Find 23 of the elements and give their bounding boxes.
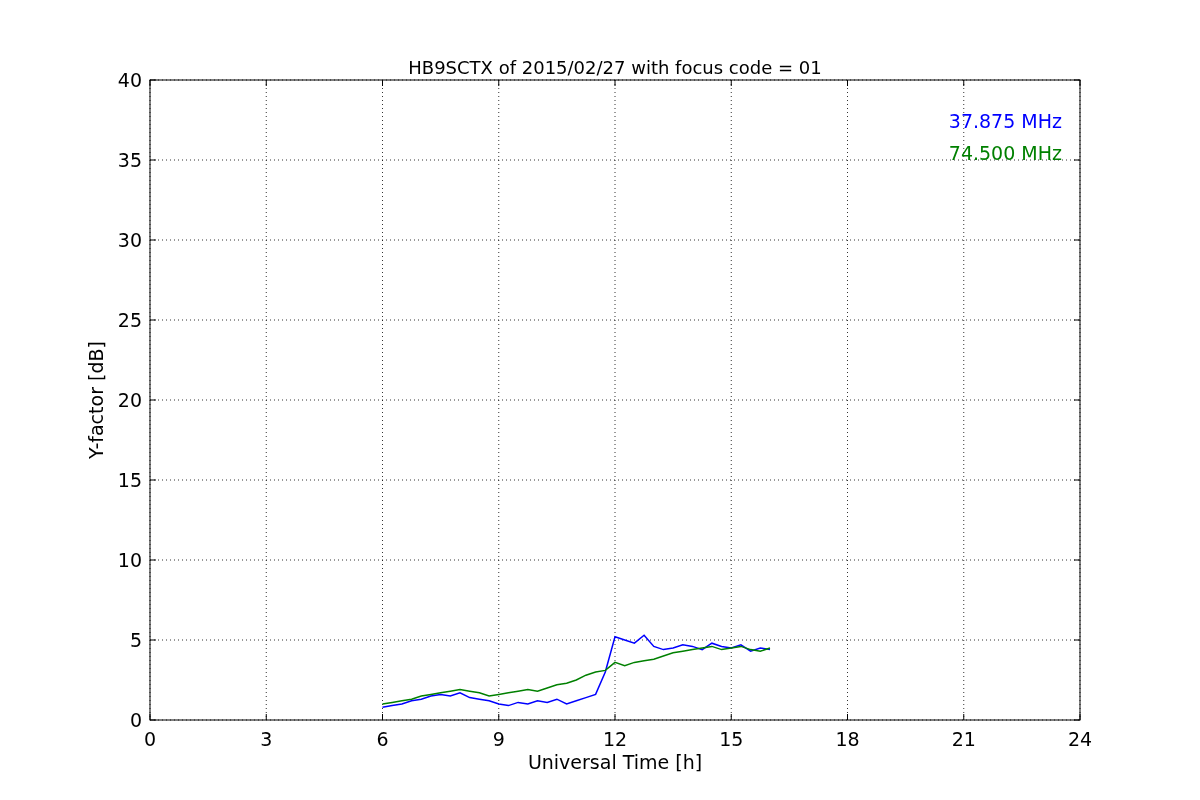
tick-label: 3 <box>260 728 273 750</box>
tick-label: 9 <box>492 728 505 750</box>
tick-label: 6 <box>376 728 389 750</box>
axis-label: Universal Time [h] <box>527 751 703 773</box>
tick-label: 21 <box>951 728 976 750</box>
legend-label: 37.875 MHz <box>948 110 1062 132</box>
tick-label: 0 <box>143 728 157 750</box>
legend-label: 74.500 MHz <box>948 142 1062 164</box>
tick-label: 40 <box>117 69 142 91</box>
axis-label: Y-factor [dB] <box>85 341 107 459</box>
tick-label: 12 <box>602 728 628 750</box>
tick-label: 18 <box>835 728 860 750</box>
tick-label: 5 <box>129 629 142 651</box>
tick-label: 25 <box>117 309 142 331</box>
tick-label: 15 <box>117 469 142 491</box>
tick-label: 35 <box>117 149 142 171</box>
chart-title: HB9SCTX of 2015/02/27 with focus code = 01 <box>408 57 822 78</box>
tick-label: 10 <box>117 549 142 571</box>
tick-label: 30 <box>117 229 142 251</box>
tick-label: 20 <box>117 389 142 411</box>
tick-label: 24 <box>1067 728 1093 750</box>
tick-label: 0 <box>129 709 142 731</box>
tick-label: 15 <box>719 728 744 750</box>
